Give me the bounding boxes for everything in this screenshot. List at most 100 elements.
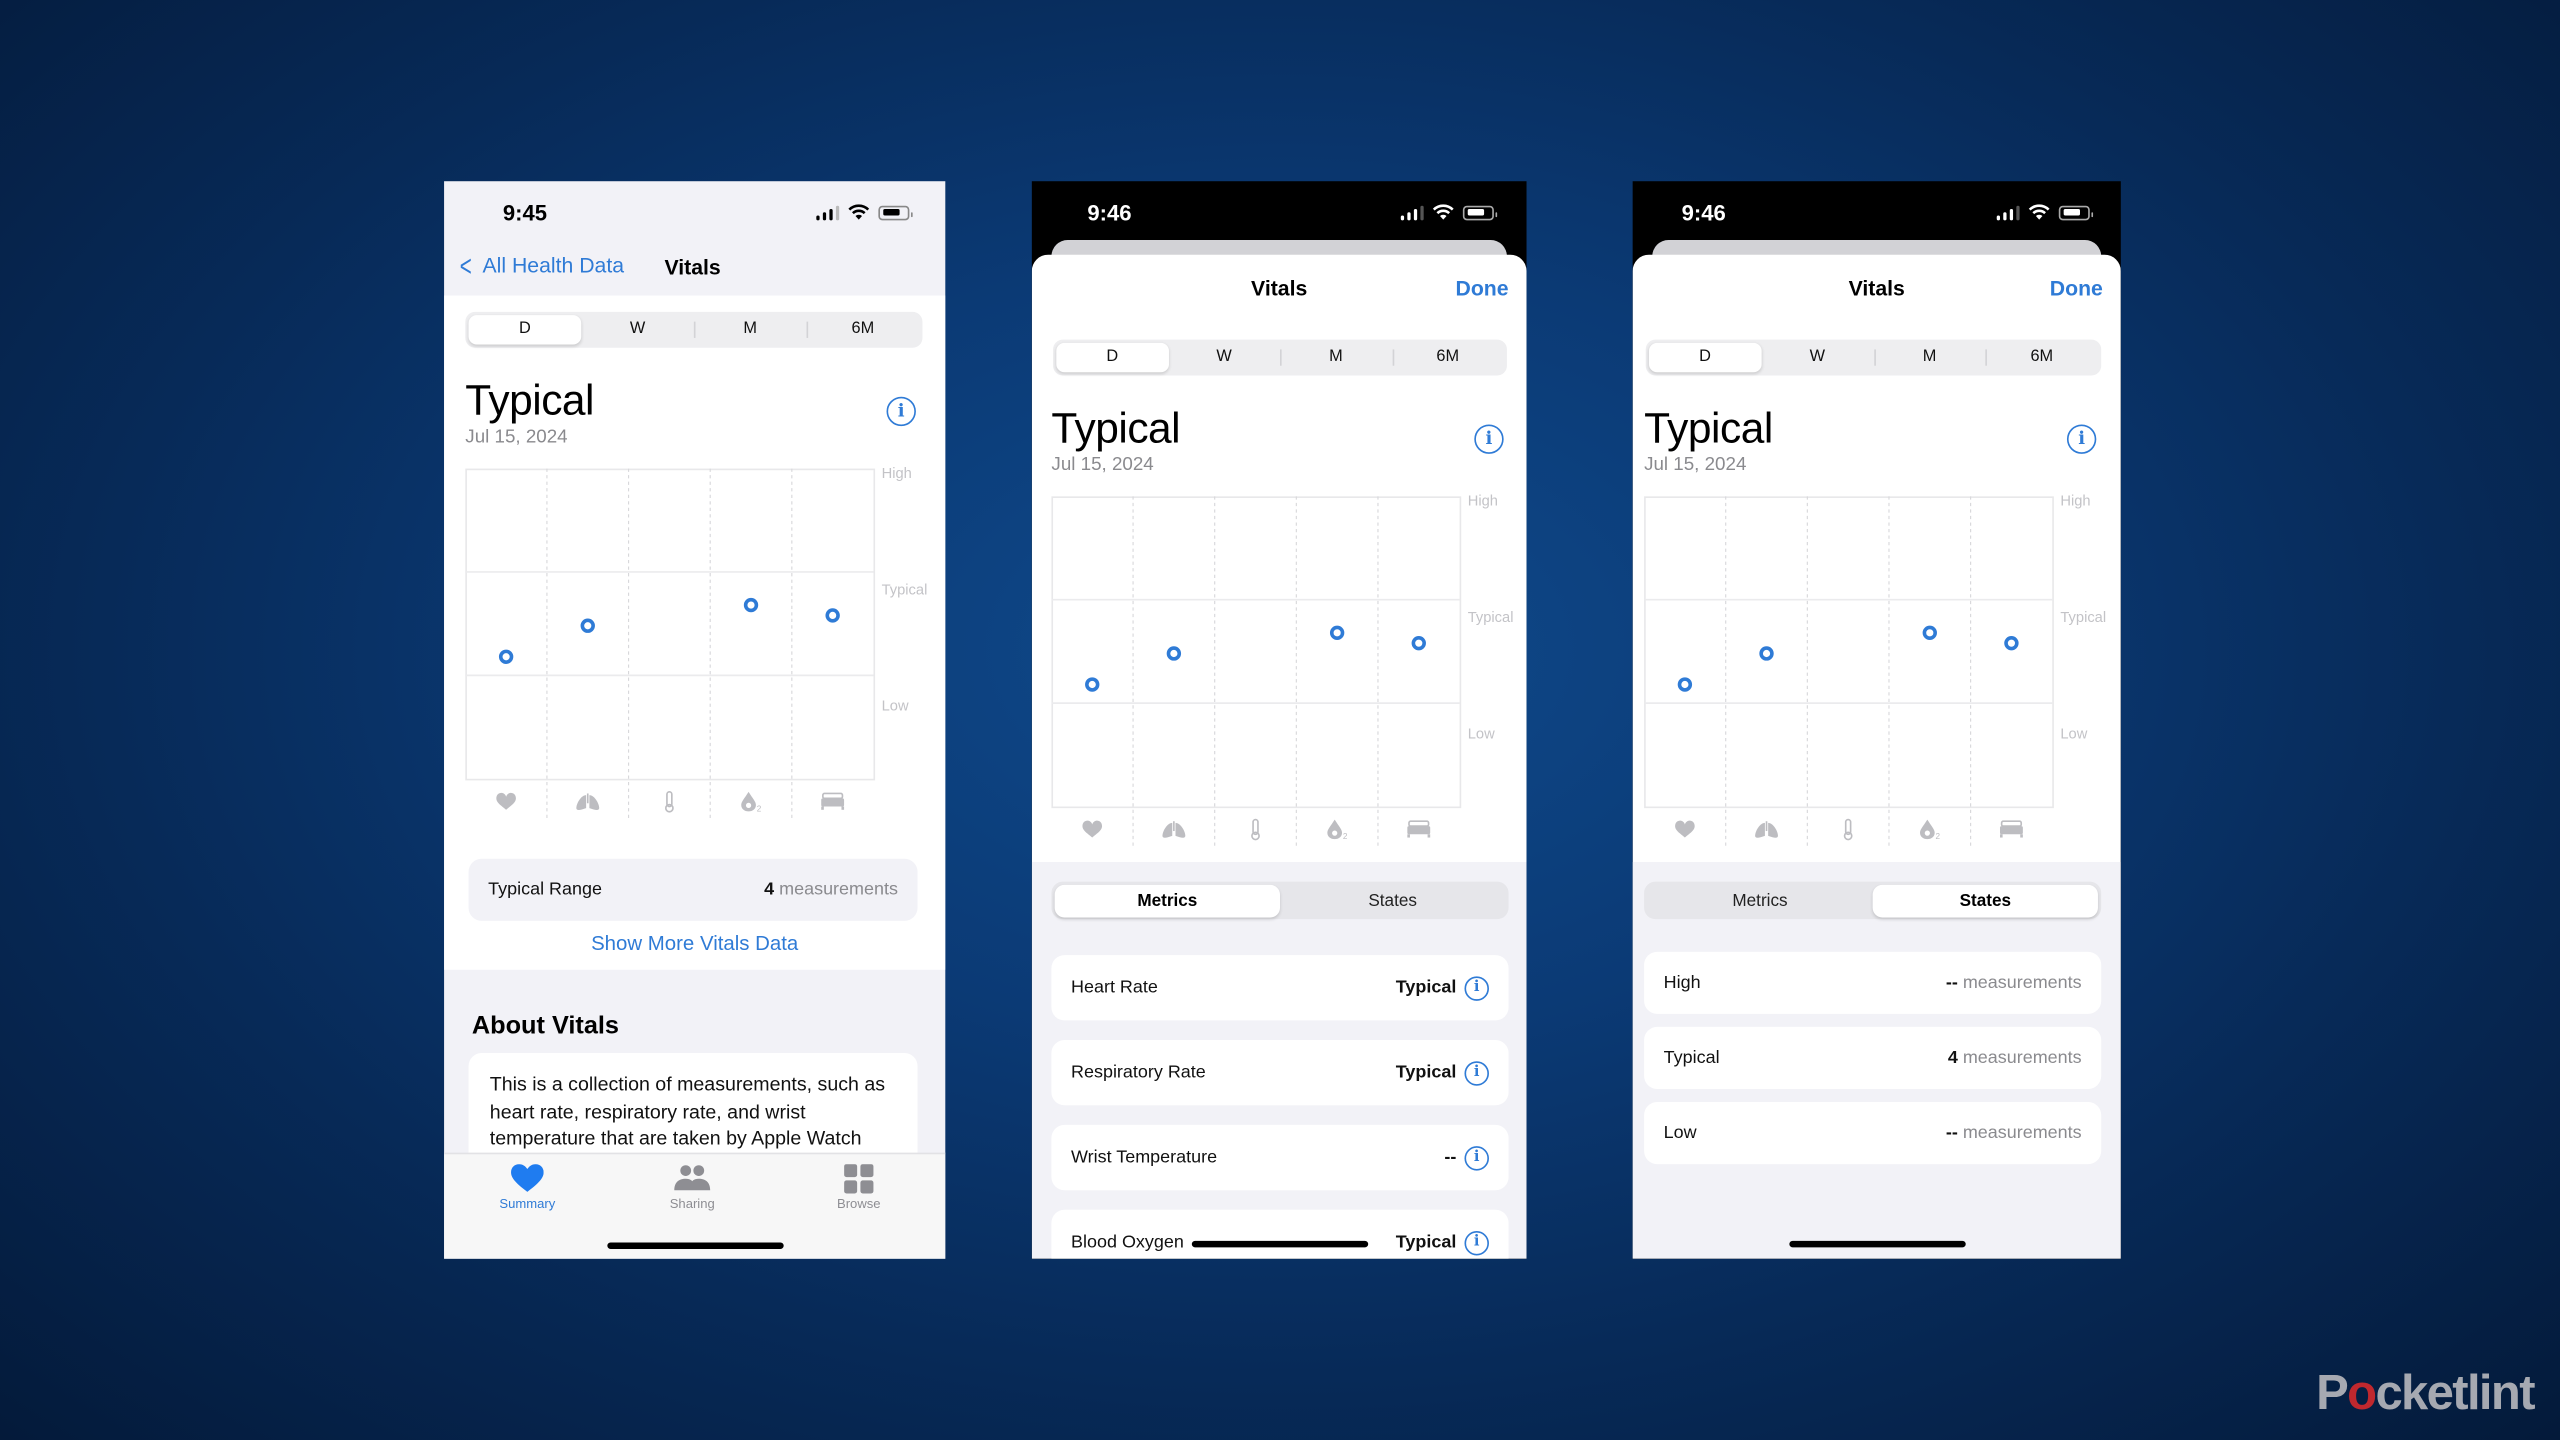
data-point-blood-oxygen[interactable] — [1329, 625, 1345, 640]
info-icon[interactable]: i — [2066, 424, 2097, 454]
segment-states[interactable]: States — [1872, 884, 2098, 917]
chart-frame — [1051, 496, 1462, 809]
data-point-sleeping-breathing[interactable] — [2004, 635, 2019, 651]
tab-summary[interactable]: Summary — [478, 1164, 576, 1211]
home-indicator[interactable] — [606, 1242, 783, 1249]
tab-sharing-label: Sharing — [669, 1196, 715, 1212]
svg-text:2: 2 — [1343, 832, 1348, 841]
range-month[interactable]: M — [693, 315, 807, 344]
metrics-states-toggle: Metrics States — [1644, 881, 2102, 920]
status-time: 9:45 — [502, 200, 547, 226]
data-point-respiratory-rate[interactable] — [580, 618, 595, 633]
state-label: High — [1663, 973, 1701, 993]
range-week[interactable]: W — [1168, 343, 1280, 372]
cellular-signal-icon — [1995, 204, 2020, 221]
svg-text:2: 2 — [757, 804, 762, 813]
info-icon[interactable]: i — [886, 396, 916, 427]
segment-metrics[interactable]: Metrics — [1054, 884, 1280, 917]
thermometer-icon — [664, 791, 674, 813]
segment-states[interactable]: States — [1280, 884, 1505, 917]
segment-metrics[interactable]: Metrics — [1647, 884, 1872, 917]
state-label: Low — [1663, 1123, 1697, 1143]
sheet-header: Vitals Done — [1633, 255, 2121, 312]
status-bar: 9:46 — [1633, 181, 2121, 246]
range-picker: D W M 6M — [1645, 339, 2102, 376]
data-point-respiratory-rate[interactable] — [1759, 646, 1774, 661]
vitals-chart-svg: High Typical Low 2 — [1051, 494, 1513, 846]
range-month[interactable]: M — [1873, 343, 1985, 372]
band-label-typical: Typical — [882, 582, 928, 598]
show-more-vitals-link[interactable]: Show More Vitals Data — [444, 932, 945, 955]
nav-bar: < All Health Data Vitals — [444, 247, 945, 293]
pocketlint-logo: Pocketlint — [2316, 1366, 2535, 1421]
tab-sharing[interactable]: Sharing — [643, 1164, 741, 1211]
info-icon[interactable]: i — [1464, 1060, 1489, 1085]
vitals-sheet: Vitals Done D W M 6M Typical Jul 15, 202… — [1632, 254, 2121, 1259]
range-six-months[interactable]: 6M — [1391, 343, 1504, 372]
home-indicator[interactable] — [1191, 1240, 1368, 1248]
band-label-high: High — [882, 466, 912, 482]
vitals-chart: High Typical Low 2 — [465, 466, 935, 825]
range-month[interactable]: M — [1279, 343, 1392, 372]
wifi-icon — [1432, 204, 1454, 220]
tab-browse[interactable]: Browse — [810, 1164, 908, 1211]
metric-row[interactable]: Respiratory Rate Typical i — [1051, 1039, 1509, 1106]
metric-status: Typical — [1395, 1062, 1457, 1083]
data-point-heart-rate[interactable] — [1677, 677, 1693, 692]
stage: 9:45 < All Health Data Vitals D W M 6M T… — [0, 0, 2560, 1440]
tab-bar: Summary Sharing Browse — [444, 1152, 946, 1259]
range-six-months[interactable]: 6M — [806, 315, 920, 344]
power-icon: o — [2347, 1366, 2377, 1421]
state-row: Typical 4 measurements — [1644, 1026, 2102, 1089]
range-week[interactable]: W — [1761, 343, 1873, 372]
state-unit: measurements — [1962, 973, 2082, 993]
range-six-months[interactable]: 6M — [1985, 343, 2098, 372]
wifi-icon — [848, 204, 870, 220]
info-icon[interactable]: i — [1464, 1145, 1489, 1170]
cellular-signal-icon — [1399, 204, 1424, 221]
sheet-title: Vitals — [1251, 275, 1308, 301]
data-point-heart-rate[interactable] — [1085, 677, 1100, 692]
done-button[interactable]: Done — [2050, 276, 2103, 300]
info-icon[interactable]: i — [1474, 424, 1504, 454]
sheet-header: Vitals Done — [1032, 255, 1527, 312]
range-day[interactable]: D — [1648, 342, 1762, 373]
back-button[interactable]: < All Health Data — [457, 248, 624, 282]
metric-row[interactable]: Heart Rate Typical i — [1051, 955, 1509, 1021]
data-point-blood-oxygen[interactable] — [743, 597, 759, 613]
band-label-low: Low — [882, 699, 909, 715]
tab-summary-label: Summary — [499, 1196, 556, 1212]
measurement-unit: measurements — [779, 879, 898, 900]
wifi-icon — [2028, 204, 2050, 220]
info-icon[interactable]: i — [1464, 1230, 1489, 1255]
band-label-high: High — [2060, 494, 2090, 510]
metric-label: Respiratory Rate — [1071, 1062, 1206, 1083]
status-bar: 9:45 — [444, 181, 945, 246]
blood-oxygen-icon: 2 — [741, 791, 762, 813]
metric-row[interactable]: Wrist Temperature -- i — [1051, 1124, 1509, 1191]
range-day[interactable]: D — [1056, 342, 1169, 373]
date-label: Jul 15, 2024 — [1051, 455, 1154, 476]
chevron-left-icon: < — [459, 248, 472, 282]
state-count: -- — [1945, 973, 1958, 993]
band-label-typical: Typical — [2060, 610, 2106, 626]
data-point-sleeping-breathing[interactable] — [1411, 635, 1426, 651]
done-button[interactable]: Done — [1456, 276, 1509, 300]
metrics-section: Metrics States Heart Rate Typical i Respi… — [1031, 862, 1527, 1259]
band-label-low: Low — [1468, 727, 1495, 743]
home-indicator[interactable] — [1788, 1240, 1965, 1248]
data-point-blood-oxygen[interactable] — [1922, 625, 1937, 640]
range-week[interactable]: W — [581, 315, 694, 344]
data-point-heart-rate[interactable] — [498, 649, 514, 664]
data-point-sleeping-breathing[interactable] — [825, 608, 840, 623]
range-day[interactable]: D — [468, 315, 582, 345]
metric-row[interactable]: Blood Oxygen Typical i — [1051, 1209, 1509, 1259]
vitals-chart: High Typical Low 2 — [1644, 494, 2114, 852]
info-icon[interactable]: i — [1464, 975, 1489, 1000]
thermometer-icon — [1251, 818, 1260, 841]
nav-title: Vitals — [664, 254, 721, 280]
bed-icon — [1999, 820, 2023, 838]
svg-text:2: 2 — [1936, 832, 1941, 841]
status-headline: Typical — [1051, 403, 1181, 453]
data-point-respiratory-rate[interactable] — [1166, 646, 1182, 661]
